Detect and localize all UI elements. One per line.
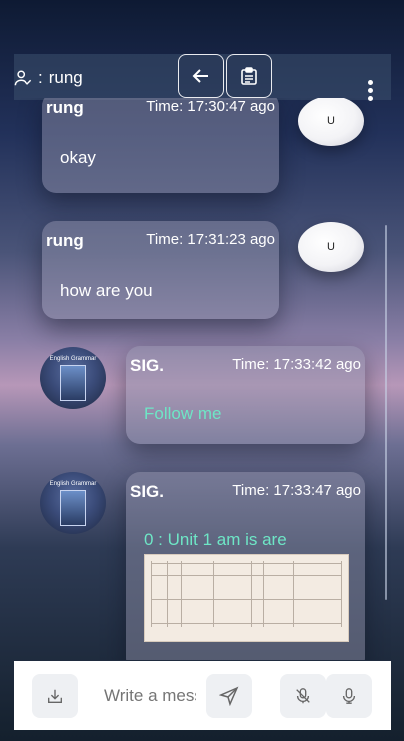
scrollbar[interactable] xyxy=(385,225,387,600)
message-bubble: SIG. Time: 17:33:42 ago Follow me xyxy=(126,346,365,444)
avatar[interactable]: U xyxy=(298,98,364,146)
send-icon xyxy=(219,686,239,706)
book-cover-icon xyxy=(60,365,86,401)
avatar[interactable]: English Grammar xyxy=(40,347,106,409)
message-bubble: rung Time: 17:30:47 ago okay xyxy=(42,98,279,193)
arrow-left-icon xyxy=(192,69,208,83)
message-text: Follow me xyxy=(144,404,222,423)
message-input[interactable] xyxy=(104,686,196,706)
notes-button[interactable] xyxy=(226,54,272,98)
book-cover-icon xyxy=(60,490,86,526)
avatar[interactable]: U xyxy=(298,222,364,272)
message-time: Time: 17:33:47 ago xyxy=(232,482,361,499)
clipboard-icon xyxy=(241,67,257,85)
send-button[interactable] xyxy=(206,674,252,718)
message-sender: rung xyxy=(46,98,84,117)
mic-icon xyxy=(342,688,356,704)
mic-button[interactable] xyxy=(326,674,372,718)
message-bubble: rung Time: 17:31:23 ago how are you xyxy=(42,221,279,319)
current-user: : rung xyxy=(14,68,83,88)
avatar-title: English Grammar xyxy=(49,356,97,362)
user-check-icon xyxy=(14,70,32,86)
message-time: Time: 17:33:42 ago xyxy=(232,356,361,373)
message-text: 0 : Unit 1 am is are xyxy=(144,530,287,549)
avatar-title: English Grammar xyxy=(49,481,97,487)
back-button[interactable] xyxy=(178,54,224,98)
attach-button[interactable] xyxy=(32,674,78,718)
message-text: how are you xyxy=(60,281,153,300)
message-list[interactable]: rung Time: 17:30:47 ago okay U rung Time… xyxy=(14,98,391,660)
message-sender: SIG. xyxy=(130,482,165,501)
message-bubble: SIG. Time: 17:33:47 ago 0 : Unit 1 am is… xyxy=(126,472,365,660)
message-time: Time: 17:31:23 ago xyxy=(146,231,275,248)
download-tray-icon xyxy=(48,689,62,703)
mic-off-icon xyxy=(296,688,310,704)
mic-off-button[interactable] xyxy=(280,674,326,718)
avatar[interactable]: English Grammar xyxy=(40,472,106,534)
message-time: Time: 17:30:47 ago xyxy=(146,98,275,115)
grammar-table-image[interactable] xyxy=(144,554,349,642)
message-sender: rung xyxy=(46,231,84,250)
message-composer xyxy=(14,661,391,730)
username: rung xyxy=(48,68,83,87)
user-prefix: : xyxy=(38,68,43,87)
message-text: okay xyxy=(60,148,96,167)
message-sender: SIG. xyxy=(130,356,165,375)
